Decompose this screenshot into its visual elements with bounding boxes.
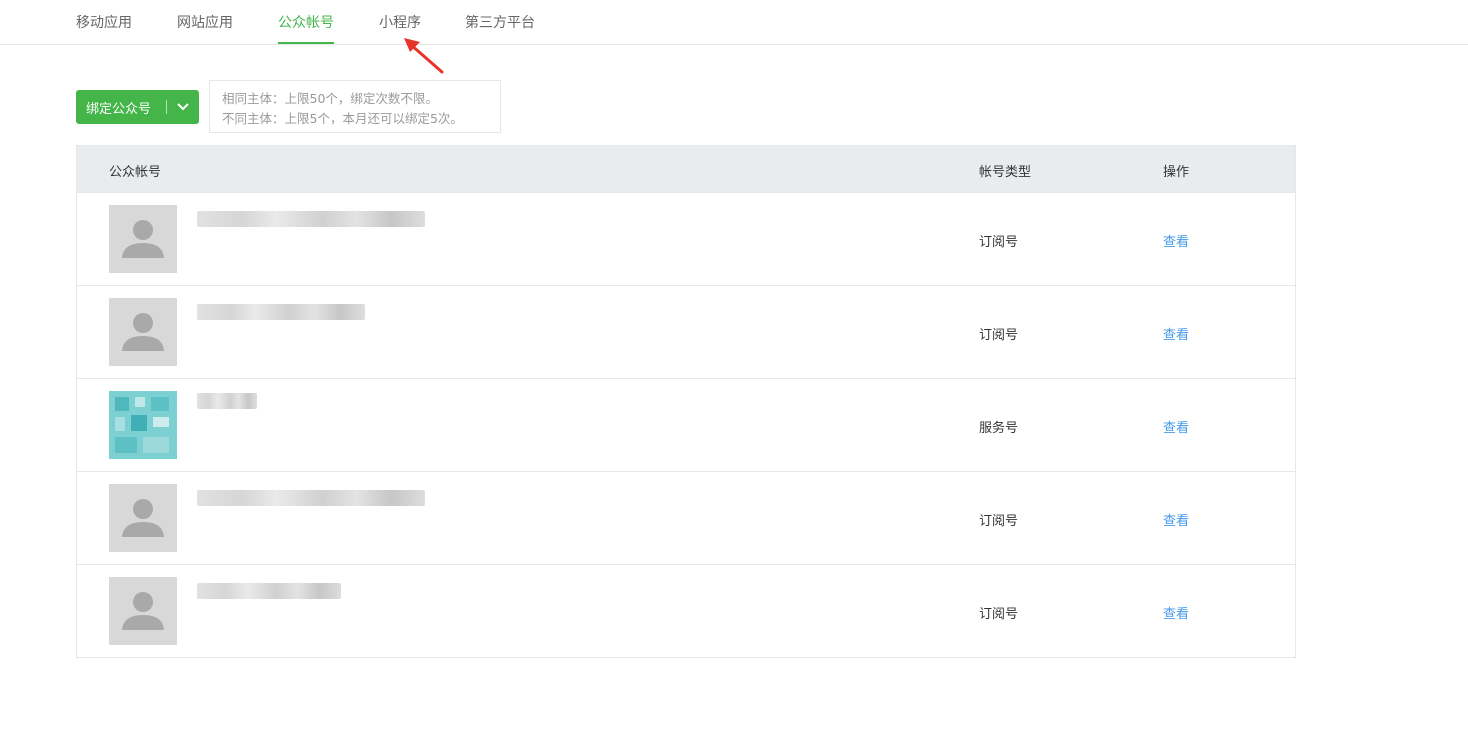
- default-user-icon: [109, 577, 177, 645]
- view-link[interactable]: 查看: [1163, 231, 1189, 250]
- table-row: 订阅号 查看: [77, 192, 1295, 285]
- account-type: 订阅号: [979, 328, 1019, 343]
- tab-mobile-apps[interactable]: 移动应用: [76, 12, 132, 32]
- default-user-icon: [109, 298, 177, 366]
- account-name-redacted: [197, 583, 341, 599]
- account-name-redacted: [197, 304, 365, 320]
- tab-bar: 移动应用 网站应用 公众帐号 小程序 第三方平台: [0, 0, 1468, 45]
- bind-official-account-button[interactable]: 绑定公众号: [76, 90, 199, 124]
- active-tab-indicator: [278, 42, 334, 44]
- column-header-account: 公众帐号: [109, 165, 162, 180]
- account-name-redacted: [197, 211, 425, 227]
- default-user-icon: [109, 205, 177, 273]
- tab-mini-programs[interactable]: 小程序: [379, 12, 421, 32]
- view-link[interactable]: 查看: [1163, 603, 1189, 622]
- view-link[interactable]: 查看: [1163, 417, 1189, 436]
- table-row: 订阅号 查看: [77, 285, 1295, 378]
- account-type: 订阅号: [979, 514, 1019, 529]
- table-row: 订阅号 查看: [77, 471, 1295, 564]
- tab-website-apps[interactable]: 网站应用: [177, 12, 233, 32]
- account-type: 服务号: [979, 421, 1019, 436]
- column-header-type: 帐号类型: [979, 165, 1032, 180]
- chevron-down-icon[interactable]: [175, 99, 191, 115]
- bind-button-label: 绑定公众号: [86, 101, 152, 117]
- binding-limit-tip: 相同主体：上限50个，绑定次数不限。 不同主体：上限5个，本月还可以绑定5次。: [209, 80, 501, 133]
- table-row: 服务号 查看: [77, 378, 1295, 471]
- table-row: 订阅号 查看: [77, 564, 1295, 657]
- account-name-redacted: [197, 393, 257, 409]
- tab-third-party-platform[interactable]: 第三方平台: [465, 12, 535, 32]
- account-name-redacted: [197, 490, 425, 506]
- qr-avatar-icon: [109, 391, 177, 459]
- tip-different-subject: 不同主体：上限5个，本月还可以绑定5次。: [222, 111, 463, 126]
- tab-official-accounts[interactable]: 公众帐号: [278, 12, 334, 32]
- table-header: 公众帐号 帐号类型 操作: [77, 146, 1295, 192]
- button-divider: [166, 100, 167, 114]
- tip-same-subject: 相同主体：上限50个，绑定次数不限。: [222, 91, 438, 106]
- view-link[interactable]: 查看: [1163, 324, 1189, 343]
- default-user-icon: [109, 484, 177, 552]
- account-type: 订阅号: [979, 235, 1019, 250]
- view-link[interactable]: 查看: [1163, 510, 1189, 529]
- column-header-action: 操作: [1163, 165, 1190, 180]
- accounts-table: 公众帐号 帐号类型 操作 订阅号 查看 订阅号 查看 服务号 查看 订阅号 查看…: [76, 145, 1296, 658]
- account-type: 订阅号: [979, 607, 1019, 622]
- annotation-arrow-icon: [404, 38, 444, 74]
